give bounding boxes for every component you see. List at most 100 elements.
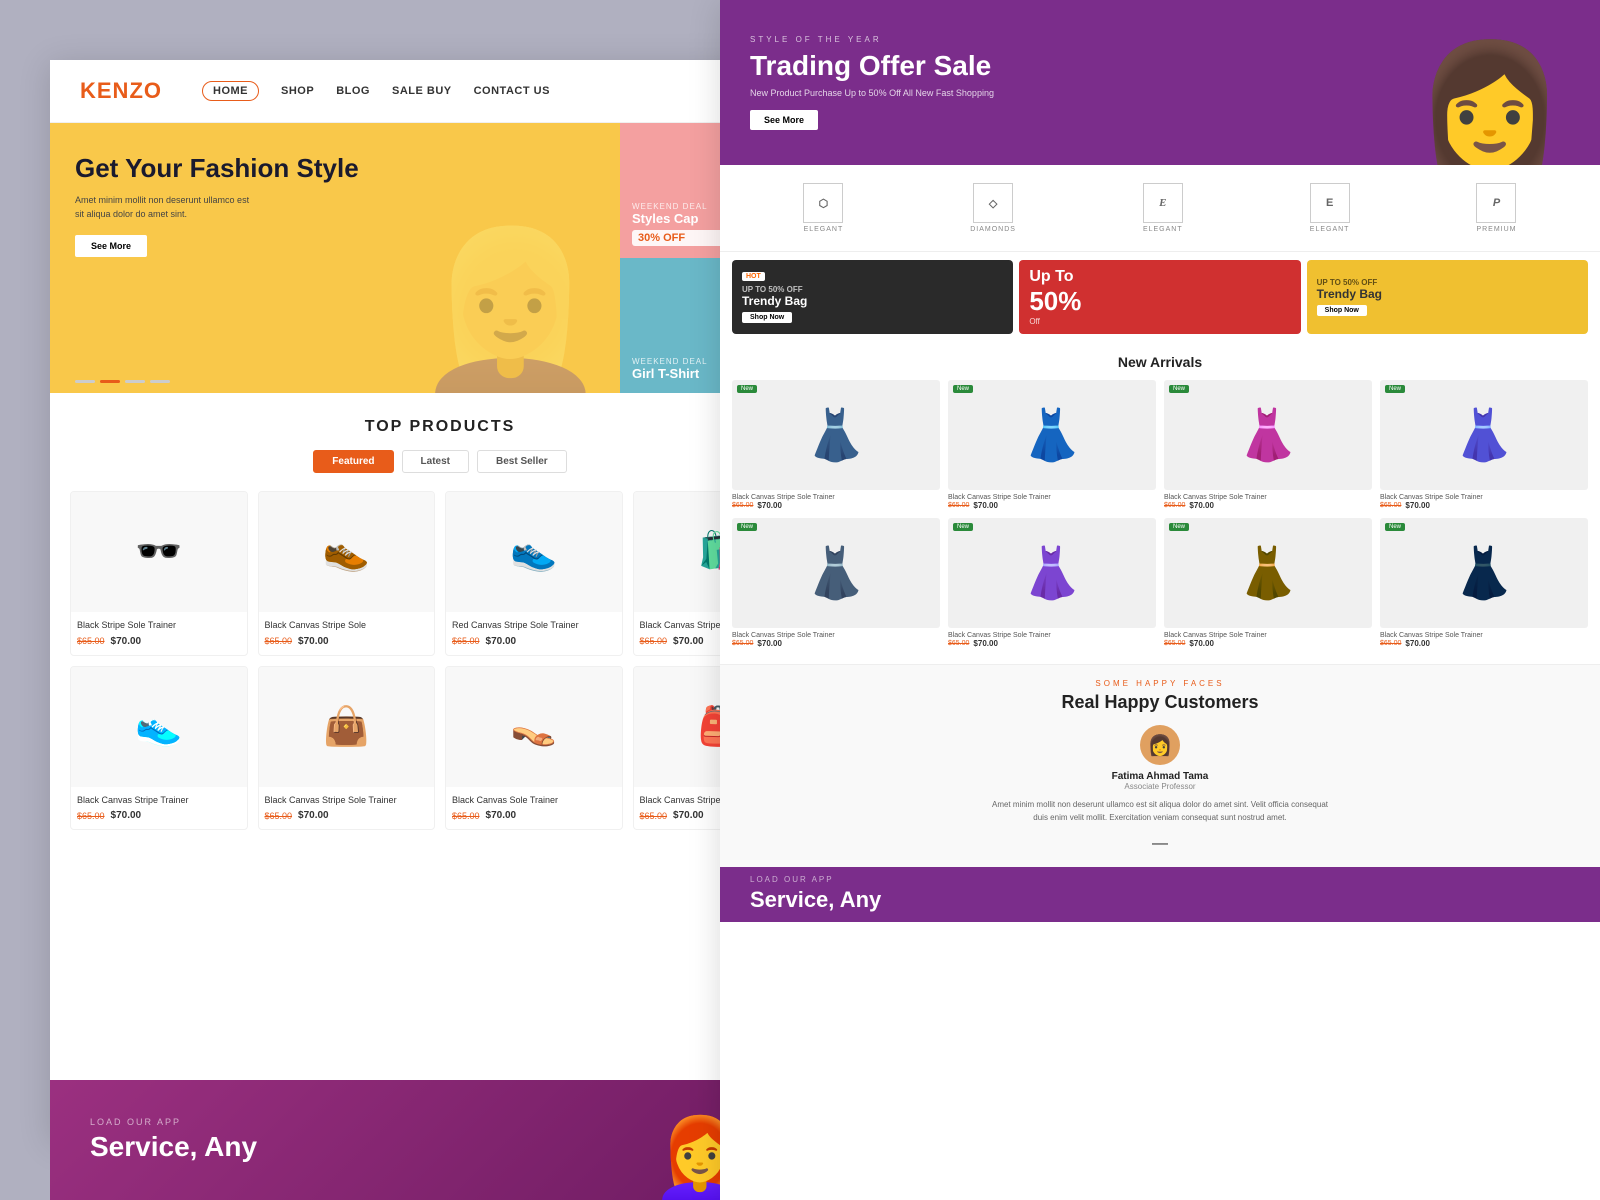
- arrival-name-1: Black Canvas Stripe Sole Trainer: [732, 494, 940, 501]
- price-new-2: $70.00: [298, 636, 329, 647]
- product-card-5[interactable]: Black Canvas Stripe Trainer $65.00 $70.0…: [70, 666, 248, 831]
- logo-accent: O: [144, 78, 162, 103]
- price-new-7: $70.00: [486, 810, 517, 821]
- arrival-name-5: Black Canvas Stripe Sole Trainer: [732, 632, 940, 639]
- right-hero-cta-button[interactable]: See More: [750, 110, 818, 130]
- hero-model-icon: 👩: [1415, 45, 1564, 165]
- dot-1[interactable]: [75, 380, 95, 383]
- arrival-card-6[interactable]: New Black Canvas Stripe Sole Trainer $65…: [948, 518, 1156, 648]
- footer-strip-text: LOAD OUR APP Service, Any: [750, 875, 881, 913]
- arrival-card-7[interactable]: New Black Canvas Stripe Sole Trainer $65…: [1164, 518, 1372, 648]
- arrival-new-7: $70.00: [1189, 639, 1213, 648]
- brand-name-diamonds: DIAMONDS: [970, 226, 1016, 233]
- arrival-old-1: $65.00: [732, 502, 753, 509]
- price-old-7: $65.00: [452, 811, 480, 821]
- promo-shop-yellow-button[interactable]: Shop Now: [1317, 305, 1367, 316]
- arrival-card-8[interactable]: New Black Canvas Stripe Sole Trainer $65…: [1380, 518, 1588, 648]
- brand-premium[interactable]: P PREMIUM: [1476, 183, 1516, 233]
- brand-name-premium: PREMIUM: [1476, 226, 1516, 233]
- arrival-card-2[interactable]: New Black Canvas Stripe Sole Trainer $65…: [948, 380, 1156, 510]
- price-old-5: $65.00: [77, 811, 105, 821]
- arrival-prices-5: $65.00 $70.00: [732, 639, 940, 648]
- arrival-card-3[interactable]: New Black Canvas Stripe Sole Trainer $65…: [1164, 380, 1372, 510]
- promo-upto-yellow: Up to 50% Off: [1317, 278, 1378, 287]
- nav-link-shop[interactable]: SHOP: [281, 85, 314, 97]
- product-info-2: Black Canvas Stripe Sole $65.00 $70.00: [259, 612, 435, 655]
- dot-4[interactable]: [150, 380, 170, 383]
- price-old-6: $65.00: [265, 811, 293, 821]
- nav-link-blog[interactable]: BLOG: [336, 85, 370, 97]
- price-new-8: $70.00: [673, 810, 704, 821]
- arrival-new-3: $70.00: [1189, 501, 1213, 510]
- new-arrivals-title: New Arrivals: [732, 354, 1588, 370]
- product-card-6[interactable]: Black Canvas Stripe Sole Trainer $65.00 …: [258, 666, 436, 831]
- happy-customers-section: SOME HAPPY FACES Real Happy Customers 👩 …: [720, 664, 1600, 867]
- product-name-5: Black Canvas Stripe Trainer: [77, 795, 241, 807]
- brand-elegant-2[interactable]: E ELEGANT: [1143, 183, 1183, 233]
- nav-link-salebuy[interactable]: SALE BUY: [392, 85, 452, 97]
- arrival-name-3: Black Canvas Stripe Sole Trainer: [1164, 494, 1372, 501]
- hero-cta-button[interactable]: See More: [75, 235, 147, 257]
- product-img-5: [71, 667, 247, 787]
- dot-3[interactable]: [125, 380, 145, 383]
- brand-elegant-3[interactable]: E ELEGANT: [1310, 183, 1350, 233]
- price-old-8: $65.00: [640, 811, 668, 821]
- product-name-2: Black Canvas Stripe Sole: [265, 620, 429, 632]
- product-card-7[interactable]: Black Canvas Sole Trainer $65.00 $70.00: [445, 666, 623, 831]
- nav-links: HOME SHOP BLOG SALE BUY CONTACT US: [202, 81, 746, 101]
- arrival-card-5[interactable]: New Black Canvas Stripe Sole Trainer $65…: [732, 518, 940, 648]
- right-hero-text: Style Of The Year Trading Offer Sale New…: [750, 35, 1410, 130]
- bottom-partial-content: LOAD OUR APP Service, Any: [90, 1117, 257, 1163]
- product-info-6: Black Canvas Stripe Sole Trainer $65.00 …: [259, 787, 435, 830]
- logo[interactable]: KENZO: [80, 78, 162, 104]
- arrival-card-1[interactable]: New Black Canvas Stripe Sole Trainer $65…: [732, 380, 940, 510]
- promo-shop-dark-button[interactable]: Shop Now: [742, 312, 792, 323]
- arrival-badge-6: New: [953, 523, 973, 531]
- brand-name-elegant-1: ELEGANT: [804, 226, 844, 233]
- arrival-img-4: [1380, 380, 1588, 490]
- arrival-old-6: $65.00: [948, 640, 969, 647]
- promo-banner-50off[interactable]: Up To 50% Off: [1019, 260, 1300, 334]
- nav-link-contact[interactable]: CONTACT US: [474, 85, 550, 97]
- promo-title-yellow: Trendy Bag: [1317, 287, 1382, 301]
- arrival-card-4[interactable]: New Black Canvas Stripe Sole Trainer $65…: [1380, 380, 1588, 510]
- brand-name-elegant-2: ELEGANT: [1143, 226, 1183, 233]
- promo-banner-trendy-yellow[interactable]: Up to 50% Off Trendy Bag Shop Now: [1307, 260, 1588, 334]
- brand-icon-elegant-3: E: [1310, 183, 1350, 223]
- product-prices-3: $65.00 $70.00: [452, 636, 616, 647]
- brand-icon-diamonds: ◇: [973, 183, 1013, 223]
- arrivals-grid-row2: New Black Canvas Stripe Sole Trainer $65…: [732, 518, 1588, 648]
- arrival-badge-5: New: [737, 523, 757, 531]
- arrival-badge-1: New: [737, 385, 757, 393]
- promo-banner-trendy-dark[interactable]: HOT Up to 50% Off Trendy Bag Shop Now: [732, 260, 1013, 334]
- arrival-new-4: $70.00: [1405, 501, 1429, 510]
- product-prices-2: $65.00 $70.00: [265, 636, 429, 647]
- arrival-badge-2: New: [953, 385, 973, 393]
- right-hero-banner: Style Of The Year Trading Offer Sale New…: [720, 0, 1600, 165]
- product-card-2[interactable]: Black Canvas Stripe Sole $65.00 $70.00: [258, 491, 436, 656]
- brand-elegant-1[interactable]: ⬡ ELEGANT: [803, 183, 843, 233]
- arrival-img-dress-6: [1021, 544, 1083, 603]
- brand-diamonds[interactable]: ◇ DIAMONDS: [970, 183, 1016, 233]
- tab-featured[interactable]: Featured: [313, 450, 393, 473]
- navigation: KENZO HOME SHOP BLOG SALE BUY CONTACT US…: [50, 60, 830, 123]
- tab-bestseller[interactable]: Best Seller: [477, 450, 567, 473]
- brand-icon-premium: P: [1476, 183, 1516, 223]
- price-new-1: $70.00: [111, 636, 142, 647]
- product-card-1[interactable]: Black Stripe Sole Trainer $65.00 $70.00: [70, 491, 248, 656]
- bottom-service-title: Service, Any: [90, 1131, 257, 1163]
- product-name-3: Red Canvas Stripe Sole Trainer: [452, 620, 616, 632]
- tab-latest[interactable]: Latest: [402, 450, 469, 473]
- product-prices-6: $65.00 $70.00: [265, 810, 429, 821]
- dot-2[interactable]: [100, 380, 120, 383]
- arrival-img-dress-1: [805, 406, 867, 465]
- brands-bar: ⬡ ELEGANT ◇ DIAMONDS E ELEGANT E ELEGANT…: [720, 165, 1600, 252]
- product-info-1: Black Stripe Sole Trainer $65.00 $70.00: [71, 612, 247, 655]
- arrival-img-dress-4: [1453, 406, 1515, 465]
- arrival-name-4: Black Canvas Stripe Sole Trainer: [1380, 494, 1588, 501]
- product-prices-1: $65.00 $70.00: [77, 636, 241, 647]
- nav-link-home[interactable]: HOME: [202, 81, 259, 101]
- product-name-1: Black Stripe Sole Trainer: [77, 620, 241, 632]
- product-card-3[interactable]: Red Canvas Stripe Sole Trainer $65.00 $7…: [445, 491, 623, 656]
- arrival-new-2: $70.00: [973, 501, 997, 510]
